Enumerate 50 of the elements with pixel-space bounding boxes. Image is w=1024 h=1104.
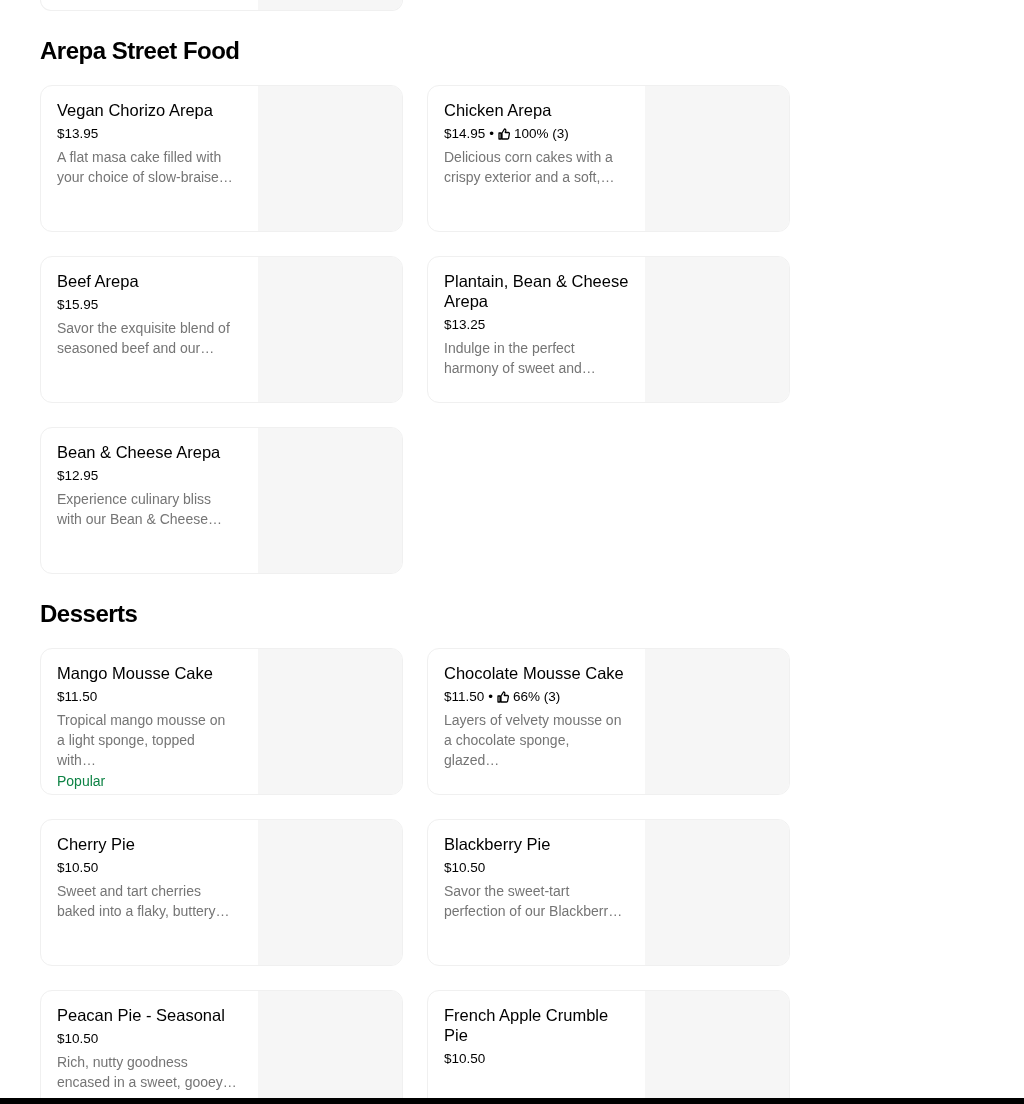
item-name: Chicken Arepa <box>444 100 553 120</box>
thumbs-up-icon <box>497 691 510 703</box>
item-price: $11.50 <box>444 688 485 706</box>
menu-item-card[interactable]: Chocolate Mousse Cake $11.50 • 66% (3) Layers of velvety mousse on a chocolate sponge, glazed… <box>427 648 790 795</box>
menu-item-card[interactable]: Plantain, Bean & Cheese Arepa $13.25 Indulge in the perfect harmony of sweet and… <box>427 256 790 403</box>
item-name: Beef Arepa <box>57 271 140 291</box>
item-name: Bean & Cheese Arepa <box>57 442 222 462</box>
item-description: Tropical mango mousse on a light sponge, topped with… <box>57 711 227 770</box>
item-name: Plantain, Bean & Cheese Arepa <box>444 271 630 311</box>
item-price: $10.50 <box>444 859 486 877</box>
item-price: $12.95 <box>57 467 99 485</box>
item-description: Experience culinary bliss with our Bean & Cheese… <box>57 490 223 529</box>
item-name: Chocolate Mousse Cake <box>444 663 625 683</box>
item-description: Savor the sweet-tart perfection of our Blackberr… <box>444 882 624 921</box>
thumbs-up-icon <box>498 128 511 140</box>
section-heading: Desserts <box>40 599 139 629</box>
separator-dot: • <box>488 688 494 706</box>
menu-item-card[interactable]: Vegan Chorizo Arepa $13.95 A flat masa cake filled with your choice of slow-braise… <box>40 85 403 232</box>
item-rating: 100% (3) <box>514 125 569 143</box>
section-heading: Arepa Street Food <box>40 36 241 66</box>
item-description: Layers of velvety mousse on a chocolate sponge, glazed… <box>444 711 623 770</box>
item-description: Indulge in the perfect harmony of sweet and… <box>444 339 597 378</box>
item-price: $13.95 <box>57 125 99 143</box>
item-name: Vegan Chorizo Arepa <box>57 100 214 120</box>
item-price: $10.50 <box>444 1050 486 1068</box>
menu-item-card[interactable]: Beef Arepa $15.95 Savor the exquisite blend of seasoned beef and our… <box>40 256 403 403</box>
item-description: Savor the exquisite blend of seasoned beef and our… <box>57 319 231 358</box>
item-name: Mango Mousse Cake <box>57 663 214 683</box>
menu-item-card[interactable]: Mango Mousse Cake $11.50 Tropical mango mousse on a light sponge, topped with… Popular <box>40 648 403 795</box>
menu-item-card[interactable]: Blackberry Pie $10.50 Savor the sweet-tart perfection of our Blackberr… <box>427 819 790 966</box>
popular-label: Popular <box>57 772 107 791</box>
item-price: $13.25 <box>444 316 486 334</box>
item-rating: 66% (3) <box>513 688 561 706</box>
item-price: $10.50 <box>57 859 99 877</box>
item-description: A flat masa cake filled with your choice of slow-braise… <box>57 148 234 187</box>
item-price: $11.50 <box>57 688 98 706</box>
item-price: $14.95 <box>444 125 486 143</box>
item-description: Sweet and tart cherries baked into a flaky, buttery… <box>57 882 231 921</box>
item-price: $15.95 <box>57 296 99 314</box>
menu-item-card[interactable]: Bean & Cheese Arepa $12.95 Experience culinary bliss with our Bean & Cheese… <box>40 427 403 574</box>
item-price: $10.50 <box>57 1030 99 1048</box>
item-description: Rich, nutty goodness encased in a sweet, gooey… <box>57 1053 237 1092</box>
menu-item-card[interactable]: Chicken Arepa $14.95 • 100% (3) Delicious corn cakes with a crispy exterior and a soft,… <box>427 85 790 232</box>
item-name: Cherry Pie <box>57 834 136 854</box>
item-name: Blackberry Pie <box>444 834 552 854</box>
item-name: French Apple Crumble Pie <box>444 1005 610 1045</box>
item-name: Peacan Pie - Seasonal <box>57 1005 226 1025</box>
separator-dot: • <box>489 125 495 143</box>
menu-item-card[interactable]: Cherry Pie $10.50 Sweet and tart cherries baked into a flaky, buttery… <box>40 819 403 966</box>
item-description: Delicious corn cakes with a crispy exterior and a soft,… <box>444 148 616 187</box>
